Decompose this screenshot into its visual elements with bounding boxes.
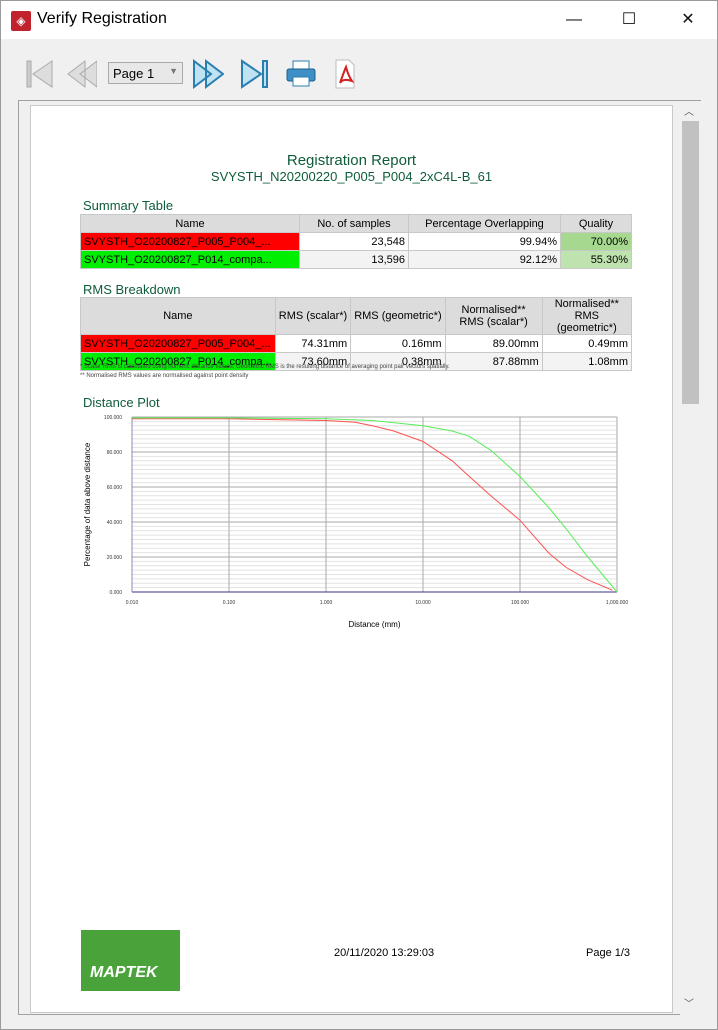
- col-name: Name: [80, 214, 300, 233]
- export-pdf-button[interactable]: [329, 57, 361, 91]
- maximize-button[interactable]: ☐: [606, 1, 652, 39]
- table-row: SVYSTH_O20200827_P005_P004_... 74.31mm 0.1…: [80, 334, 633, 353]
- y-tick-label: 40.000: [107, 520, 123, 526]
- row-name: SVYSTH_O20200827_P005_P004_...: [80, 334, 276, 353]
- norm-scalar: 89.00mm: [444, 334, 543, 353]
- rms-note-2: ** Normalised RMS values are normalised …: [80, 373, 249, 379]
- first-page-icon: [26, 60, 53, 88]
- pdf-icon: [335, 59, 355, 89]
- y-tick-label: 60.000: [107, 485, 123, 491]
- col-quality: Quality: [560, 214, 632, 233]
- previous-page-button[interactable]: [65, 57, 97, 91]
- chevron-down-icon: ▼: [169, 66, 178, 76]
- table-row: SVYSTH_O20200827_P005_P004_... 23,548 99.9…: [80, 232, 632, 251]
- samples: 13,596: [299, 250, 409, 269]
- quality: 55.30%: [560, 250, 632, 269]
- scroll-down-icon[interactable]: ﹀: [684, 995, 694, 1010]
- scroll-up-icon[interactable]: ︿: [684, 103, 694, 118]
- page-select-value: Page 1: [113, 66, 155, 81]
- distance-plot: 0.010 0.100 1.000 10.000 100.000 1,000.000 0.0…: [83, 415, 628, 629]
- x-tick-label: 0.010: [126, 600, 139, 606]
- scrollbar-thumb[interactable]: [682, 121, 699, 404]
- y-tick-label: 20.000: [107, 555, 123, 561]
- norm-geometric: 1.08mm: [541, 352, 633, 371]
- x-tick-label: 1.000: [320, 600, 333, 606]
- rms-note-1: * Scalar RMS is calculated using numeric…: [80, 364, 450, 370]
- x-axis-label: Distance (mm): [348, 620, 400, 629]
- report-subtitle: SVYSTH_N20200220_P005_P004_2xC4L-B_61: [210, 169, 493, 184]
- norm-scalar: 87.88mm: [444, 352, 543, 371]
- table-row: SVYSTH_O20200827_P014_compa... 13,596 92.1…: [80, 250, 632, 269]
- col-rms-geometric: RMS (geometric*): [350, 297, 446, 335]
- row-name: SVYSTH_O20200827_P005_P004_...: [80, 232, 300, 251]
- next-page-icon: [193, 59, 224, 89]
- app-icon: ◈: [11, 11, 31, 31]
- last-page-icon: [241, 59, 268, 89]
- x-tick-label: 1,000.000: [606, 600, 628, 606]
- close-button[interactable]: ✕: [665, 1, 711, 39]
- x-tick-label: 100.000: [511, 600, 529, 606]
- y-tick-label: 80.000: [107, 450, 123, 456]
- col-samples: No. of samples: [299, 214, 409, 233]
- rms-table: Name RMS (scalar*) RMS (geometric*) Normali…: [80, 297, 633, 371]
- page-select[interactable]: Page 1 ▼: [108, 62, 183, 84]
- report-title: Registration Report: [286, 152, 417, 169]
- rms-scalar: 74.31mm: [274, 334, 352, 353]
- previous-page-icon: [67, 59, 97, 89]
- printer-icon: [286, 60, 316, 87]
- y-axis-label: Percentage of data above distance: [83, 442, 92, 566]
- maptek-logo: MAPTEK: [81, 930, 180, 991]
- col-overlap: Percentage Overlapping: [408, 214, 561, 233]
- page-number: Page 1/3: [586, 947, 631, 959]
- norm-geometric: 0.49mm: [541, 334, 633, 353]
- overlap: 99.94%: [408, 232, 561, 251]
- y-tick-label: 0.000: [109, 590, 122, 596]
- quality: 70.00%: [560, 232, 632, 251]
- window-title: Verify Registration: [37, 10, 167, 27]
- summary-heading: Summary Table: [83, 198, 174, 213]
- next-page-button[interactable]: [192, 57, 224, 91]
- last-page-button[interactable]: [239, 57, 271, 91]
- report-date: 20/11/2020 13:29:03: [334, 947, 435, 959]
- row-name: SVYSTH_O20200827_P014_compa...: [80, 250, 300, 269]
- y-tick-label: 100.000: [104, 415, 122, 421]
- col-name: Name: [80, 297, 276, 335]
- samples: 23,548: [299, 232, 409, 251]
- print-button[interactable]: [285, 57, 317, 91]
- col-rms-scalar: RMS (scalar*): [274, 297, 352, 335]
- summary-table: Name No. of samples Percentage Overlapping…: [80, 214, 632, 269]
- minimize-button[interactable]: —: [551, 1, 597, 39]
- overlap: 92.12%: [408, 250, 561, 269]
- rms-heading: RMS Breakdown: [83, 282, 181, 297]
- rms-geometric: 0.16mm: [350, 334, 446, 353]
- x-tick-label: 10.000: [415, 600, 431, 606]
- col-norm-scalar: Normalised** RMS (scalar*): [444, 297, 543, 335]
- x-tick-label: 0.100: [223, 600, 236, 606]
- col-norm-geometric: Normalised** RMS (geometric*): [541, 297, 633, 335]
- first-page-button[interactable]: [23, 57, 55, 91]
